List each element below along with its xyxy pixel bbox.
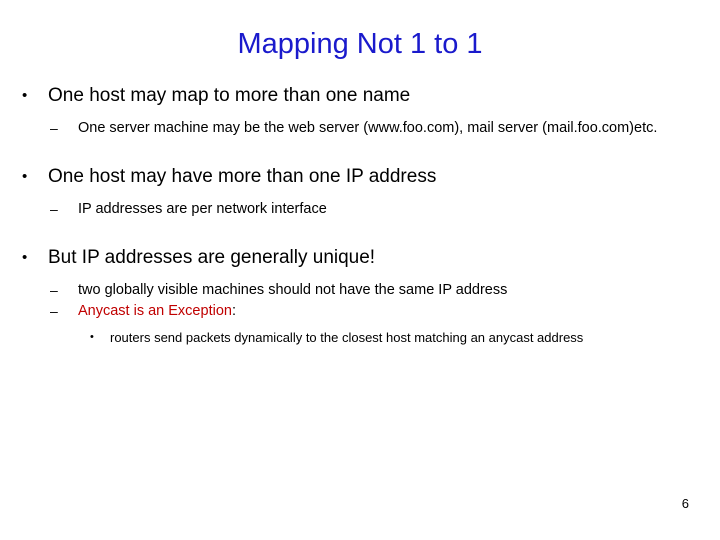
bullet-level1-item: • One host may map to more than one name xyxy=(0,84,720,108)
bullet-dot-small-icon: • xyxy=(90,331,94,343)
bullet-dash-icon: – xyxy=(50,120,58,136)
bullet-level2-text: two globally visible machines should not… xyxy=(78,282,508,298)
page-number: 6 xyxy=(681,496,689,511)
slide-canvas: Mapping Not 1 to 1 • One host may map to… xyxy=(0,0,720,540)
bullet-level1-text: One host may have more than one IP addre… xyxy=(48,166,437,187)
bullet-level1-item: • But IP addresses are generally unique! xyxy=(0,246,720,270)
bullet-level2-text: One server machine may be the web server… xyxy=(78,120,658,136)
slide-body: • One host may map to more than one name… xyxy=(0,84,720,347)
bullet-level1-text: But IP addresses are generally unique! xyxy=(48,247,376,268)
bullet-level2-item: – IP addresses are per network interface xyxy=(0,199,720,220)
bullet-level2-text: IP addresses are per network interface xyxy=(78,201,327,217)
bullet-level2-item: – One server machine may be the web serv… xyxy=(0,118,720,139)
anycast-exception-text: Anycast is an Exception xyxy=(78,303,232,319)
bullet-dot-icon: • xyxy=(22,249,28,266)
bullet-dash-icon: – xyxy=(50,282,58,298)
anycast-exception-colon: : xyxy=(231,303,236,319)
bullet-dot-icon: • xyxy=(22,87,28,104)
page-title: Mapping Not 1 to 1 xyxy=(237,28,483,60)
bullet-level1-text: One host may map to more than one name xyxy=(48,85,411,106)
bullet-level2-item-highlight: – Anycast is an Exception: xyxy=(0,301,720,322)
bullet-level3-text: routers send packets dynamically to the … xyxy=(110,330,584,345)
bullet-dot-icon: • xyxy=(22,168,28,185)
bullet-level1-item: • One host may have more than one IP add… xyxy=(0,165,720,189)
bullet-level2-item: – two globally visible machines should n… xyxy=(0,280,720,301)
bullet-dash-icon: – xyxy=(50,303,58,319)
bullet-level3-item: • routers send packets dynamically to th… xyxy=(0,328,720,347)
bullet-dash-icon: – xyxy=(50,201,58,217)
